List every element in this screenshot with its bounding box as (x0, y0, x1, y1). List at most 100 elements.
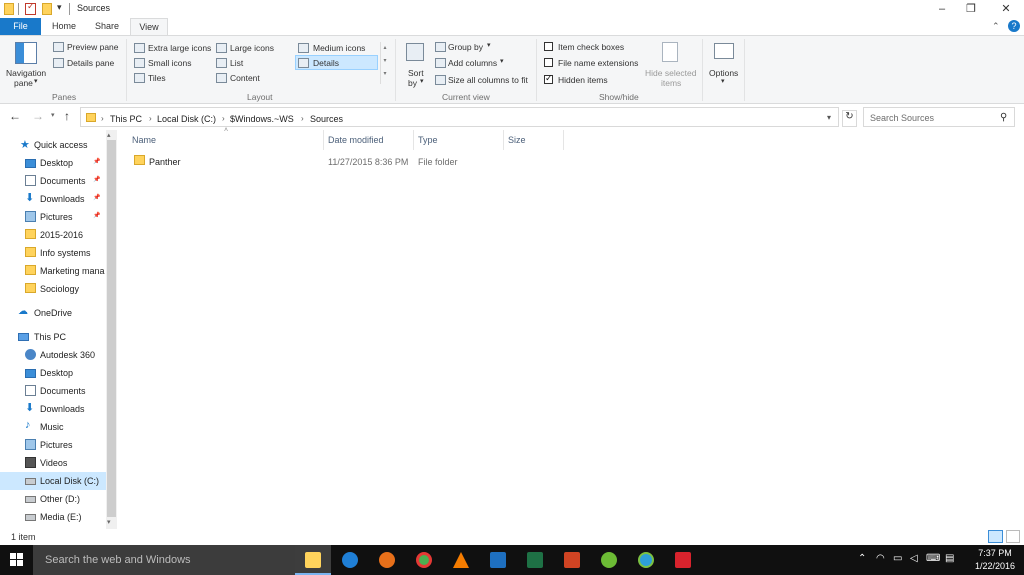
details-view-icon[interactable] (988, 530, 1003, 543)
windows-start-icon[interactable] (10, 553, 24, 567)
hide-selected-items-button[interactable]: Hide selected (645, 68, 697, 78)
layout-list[interactable]: List (230, 58, 243, 68)
nav-pc-music[interactable]: ♪ Music (0, 418, 106, 436)
pin-icon[interactable]: 📌 (93, 176, 100, 183)
firefox-app-icon[interactable] (369, 545, 405, 575)
breadcrumb-local-disk[interactable]: Local Disk (C:) (157, 114, 216, 124)
file-name-extensions-label[interactable]: File name extensions (558, 58, 638, 68)
breadcrumb-windows-ws[interactable]: $Windows.~WS (230, 114, 294, 124)
tab-file[interactable]: File (0, 18, 41, 35)
nav-scrollbar-thumb[interactable] (107, 140, 116, 517)
outlook-app-icon[interactable] (480, 545, 516, 575)
column-header-date-modified[interactable]: Date modified (328, 135, 384, 145)
minimize-button[interactable]: – (926, 0, 958, 18)
show-hidden-icons-icon[interactable]: ⌃ (858, 553, 866, 564)
excel-app-icon[interactable] (517, 545, 553, 575)
layout-details[interactable]: Details (313, 58, 339, 68)
taskbar-search[interactable]: Search the web and Windows (33, 545, 295, 575)
navigation-pane-button[interactable]: Navigation (6, 68, 46, 78)
search-icon[interactable]: ⚲ (1000, 112, 1007, 123)
size-all-columns-button[interactable]: Size all columns to fit (448, 75, 528, 85)
nav-pc-downloads[interactable]: ⬇ Downloads (0, 400, 106, 418)
nav-quick-desktop[interactable]: Desktop 📌 (0, 154, 106, 172)
chrome-app-icon[interactable] (406, 545, 442, 575)
help-icon[interactable]: ? (1008, 20, 1020, 32)
nav-quick-pictures[interactable]: Pictures 📌 (0, 208, 106, 226)
pin-icon[interactable]: 📌 (93, 194, 100, 201)
recent-locations-icon[interactable]: ▾ (51, 111, 55, 119)
group-by-button[interactable]: Group by (448, 42, 483, 52)
nav-pc-videos[interactable]: Videos (0, 454, 106, 472)
nav-pc-autodesk-360[interactable]: Autodesk 360 (0, 346, 106, 364)
layout-gallery-scroll[interactable]: ▴ ▾ ▾ (380, 42, 389, 84)
chevron-right-icon[interactable]: › (149, 114, 152, 123)
refresh-icon[interactable]: ↻ (842, 110, 857, 127)
webcam-app-icon[interactable] (628, 545, 664, 575)
nav-this-pc[interactable]: This PC (0, 328, 106, 346)
scroll-up-icon[interactable]: ▴ (107, 131, 111, 139)
tab-home[interactable]: Home (45, 18, 83, 35)
keyboard-icon[interactable]: ⌨ (926, 553, 940, 564)
layout-extra-large-icons[interactable]: Extra large icons (148, 43, 211, 53)
chevron-right-icon[interactable]: › (222, 114, 225, 123)
large-icons-view-icon[interactable] (1006, 530, 1020, 543)
clock-time[interactable]: 7:37 PM (972, 548, 1018, 558)
column-header-type[interactable]: Type (418, 135, 438, 145)
layout-content[interactable]: Content (230, 73, 260, 83)
close-button[interactable]: ✕ (990, 0, 1022, 18)
item-check-boxes-label[interactable]: Item check boxes (558, 42, 624, 52)
hidden-items-checkbox[interactable] (544, 73, 553, 84)
address-dropdown-icon[interactable]: ▾ (827, 113, 831, 122)
nav-quick-documents[interactable]: Documents 📌 (0, 172, 106, 190)
restore-button[interactable]: ❐ (955, 0, 987, 18)
nav-quick-2015-2016[interactable]: 2015-2016 (0, 226, 106, 244)
battery-icon[interactable]: ▭ (893, 553, 902, 564)
layout-small-icons[interactable]: Small icons (148, 58, 191, 68)
clock-date[interactable]: 1/22/2016 (972, 561, 1018, 571)
file-explorer-app-icon[interactable] (295, 545, 331, 575)
tab-share[interactable]: Share (88, 18, 126, 35)
nav-quick-downloads[interactable]: ⬇ Downloads 📌 (0, 190, 106, 208)
properties-icon[interactable]: ✓ (25, 1, 36, 15)
utorrent-app-icon[interactable] (591, 545, 627, 575)
customize-quick-access-icon[interactable]: ▾ (57, 2, 62, 14)
column-header-size[interactable]: Size (508, 135, 526, 145)
navigation-pane-icon[interactable] (15, 42, 37, 64)
nav-pc-media-e[interactable]: Media (E:) (0, 508, 106, 526)
action-center-icon[interactable]: ▤ (945, 553, 954, 564)
pin-icon[interactable]: 📌 (93, 158, 100, 165)
chevron-right-icon[interactable]: › (101, 114, 104, 123)
powerpoint-app-icon[interactable] (554, 545, 590, 575)
nav-onedrive[interactable]: ☁ OneDrive (0, 304, 106, 322)
nav-pc-documents[interactable]: Documents (0, 382, 106, 400)
address-bar[interactable]: › This PC › Local Disk (C:) › $Windows.~… (80, 107, 839, 127)
breadcrumb-sources[interactable]: Sources (310, 114, 343, 124)
nav-pc-local-disk-c[interactable]: Local Disk (C:) (0, 472, 106, 490)
tab-view[interactable]: View (130, 18, 168, 35)
taskbar-search-input[interactable]: Search the web and Windows (45, 554, 191, 566)
item-check-boxes-checkbox[interactable] (544, 42, 553, 51)
expand-ribbon-icon[interactable]: ⌃ (992, 21, 1000, 32)
acrobat-app-icon[interactable] (665, 545, 701, 575)
nav-pc-pictures[interactable]: Pictures (0, 436, 106, 454)
nav-pc-other-d[interactable]: Other (D:) (0, 490, 106, 508)
search-box[interactable]: Search Sources ⚲ (863, 107, 1015, 127)
hidden-items-label[interactable]: Hidden items (558, 75, 608, 85)
file-name-extensions-checkbox[interactable] (544, 58, 553, 67)
pin-icon[interactable]: 📌 (93, 212, 100, 219)
layout-large-icons[interactable]: Large icons (230, 43, 274, 53)
nav-quick-info-systems[interactable]: Info systems (0, 244, 106, 262)
breadcrumb-this-pc[interactable]: This PC (110, 114, 142, 124)
edge-app-icon[interactable] (332, 545, 368, 575)
layout-tiles[interactable]: Tiles (148, 73, 166, 83)
table-row[interactable]: Panther 11/27/2015 8:36 PM File folder (117, 152, 577, 170)
volume-icon[interactable]: ◁ (910, 553, 918, 564)
add-columns-button[interactable]: Add columns (448, 58, 497, 68)
column-header-name[interactable]: Name (132, 135, 156, 145)
scroll-down-icon[interactable]: ▾ (107, 518, 111, 526)
network-icon[interactable]: ◠ (876, 553, 885, 564)
chevron-right-icon[interactable]: › (301, 114, 304, 123)
details-pane-button[interactable]: Details pane (67, 58, 114, 68)
forward-arrow-icon[interactable]: → (32, 109, 44, 123)
nav-pc-desktop[interactable]: Desktop (0, 364, 106, 382)
